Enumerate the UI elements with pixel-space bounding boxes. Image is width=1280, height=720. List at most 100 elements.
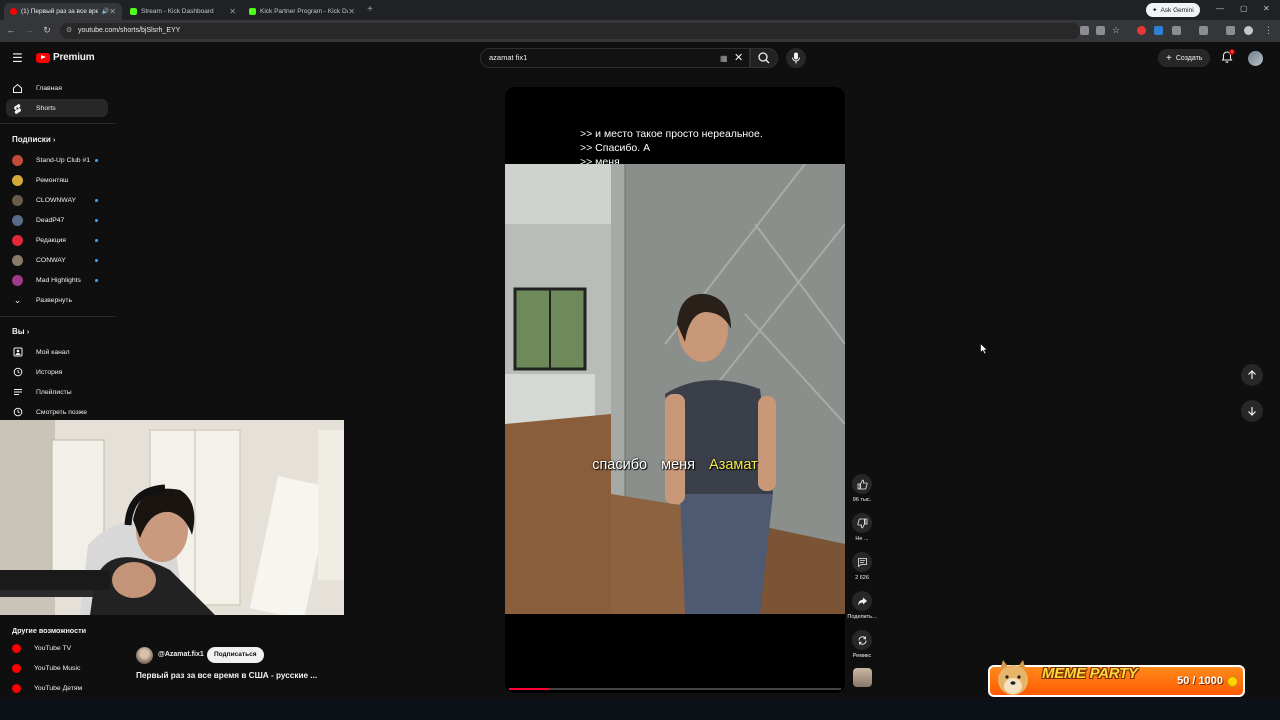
- sidebar-item-my-channel[interactable]: Мой канал: [6, 343, 108, 361]
- back-arrow-icon[interactable]: ←: [5, 25, 17, 35]
- browser-menu-icon[interactable]: ⋮: [1264, 26, 1273, 35]
- sidebar-item-label: YouTube Music: [34, 664, 81, 672]
- close-tab-icon[interactable]: ✕: [109, 7, 116, 16]
- webcam-image: [0, 420, 344, 615]
- forward-arrow-icon[interactable]: →: [23, 25, 35, 35]
- like-count: 96 тыс.: [852, 497, 872, 503]
- sidepanel-icon[interactable]: [1199, 26, 1208, 35]
- sidebar-item-shorts[interactable]: Shorts: [6, 99, 108, 117]
- sidebar: Главная Shorts Подписки › Stand-Up Club …: [0, 74, 115, 720]
- sidebar-item-subscription[interactable]: Редакция: [6, 231, 108, 249]
- sidebar-item-subscription[interactable]: Stand-Up Club #1: [6, 151, 108, 169]
- hamburger-menu-icon[interactable]: ☰: [12, 51, 23, 65]
- sidebar-item-label: Mad Highlights: [36, 276, 81, 284]
- coin-icon: [1227, 676, 1238, 687]
- share-button[interactable]: Поделить...: [847, 591, 877, 620]
- video-progress-bar[interactable]: [509, 688, 841, 690]
- shorts-video-player[interactable]: >> и место такое просто нереальное. >> С…: [505, 87, 845, 693]
- search-input[interactable]: azamat fix1: [480, 48, 750, 68]
- channel-avatar: [12, 254, 23, 266]
- close-window-icon[interactable]: ✕: [1263, 4, 1270, 13]
- extensions-puzzle-icon[interactable]: [1172, 26, 1181, 35]
- new-content-dot: [95, 158, 98, 162]
- caption-line: >> и место такое просто нереальное.: [580, 128, 763, 140]
- translate-icon[interactable]: [1080, 26, 1089, 35]
- new-tab-button[interactable]: +: [364, 4, 376, 15]
- sidebar-item-home[interactable]: Главная: [6, 79, 108, 97]
- sidebar-item-subscription[interactable]: DeadP47: [6, 211, 108, 229]
- you-heading[interactable]: Вы ›: [12, 327, 29, 336]
- comments-button[interactable]: 2 626: [847, 552, 877, 581]
- subtitle-highlight-word: Азамат: [709, 457, 758, 473]
- reload-icon[interactable]: ↻: [41, 25, 53, 36]
- sidebar-item-youtube-tv[interactable]: YouTube TV: [6, 639, 108, 657]
- sidebar-item-playlists[interactable]: Плейлисты: [6, 383, 108, 401]
- browser-tab-kick-dashboard[interactable]: Stream - Kick Dashboard ✕: [124, 3, 242, 20]
- sidebar-item-youtube-music[interactable]: YouTube Music: [6, 659, 108, 677]
- tab-title: Kick Partner Program - Kick Da: [260, 8, 349, 15]
- history-icon: [12, 367, 23, 378]
- channel-icon: [12, 347, 23, 358]
- next-short-button[interactable]: [1241, 400, 1263, 422]
- sidebar-item-label: Shorts: [36, 104, 56, 112]
- taskbar-strip: [0, 698, 1280, 720]
- minimize-window-icon[interactable]: —: [1216, 4, 1224, 13]
- channel-name[interactable]: @Azamat.fix1: [158, 651, 204, 658]
- address-bar[interactable]: ⚙ youtube.com/shorts/bjSlsrh_EYY: [60, 23, 1080, 39]
- maximize-window-icon[interactable]: ▢: [1240, 4, 1248, 13]
- channel-avatar[interactable]: [136, 647, 153, 664]
- video-progress-fill: [509, 688, 549, 690]
- sidebar-item-history[interactable]: История: [6, 363, 108, 381]
- playlist-icon: [12, 387, 23, 398]
- mouse-cursor-icon: [980, 343, 988, 355]
- browser-tab-kick-partner[interactable]: Kick Partner Program - Kick Da ✕: [243, 3, 361, 20]
- sidebar-item-subscription[interactable]: Ремонтяш: [6, 171, 108, 189]
- youtube-play-logo-icon: [36, 52, 50, 63]
- new-content-dot: [95, 278, 98, 282]
- close-tab-icon[interactable]: ✕: [229, 7, 236, 16]
- channel-avatar: [12, 194, 23, 206]
- subscribe-button[interactable]: Подписаться: [207, 647, 264, 663]
- previous-short-button[interactable]: [1241, 364, 1263, 386]
- sidebar-item-youtube-kids[interactable]: YouTube Детям: [6, 679, 108, 697]
- youtube-header: ☰ Premium azamat fix1 ▦ ✕ + Создать 9: [0, 44, 1280, 74]
- profile-icon[interactable]: [1244, 26, 1253, 35]
- logo-text: Premium: [53, 52, 95, 63]
- clear-search-icon[interactable]: ✕: [734, 51, 743, 64]
- sidebar-item-expand[interactable]: ⌄ Развернуть: [6, 291, 108, 309]
- clock-icon: [12, 407, 23, 418]
- extension-blue-icon[interactable]: [1154, 26, 1163, 35]
- sidebar-item-label: Смотреть позже: [36, 408, 88, 416]
- speaker-icon[interactable]: 🔊: [102, 8, 109, 15]
- dislike-button[interactable]: Не ...: [847, 513, 877, 542]
- keyboard-icon[interactable]: ▦: [720, 54, 728, 63]
- bookmark-star-icon[interactable]: ☆: [1112, 26, 1121, 35]
- video-title[interactable]: Первый раз за все время в США - русские …: [136, 671, 317, 680]
- site-info-icon[interactable]: ⚙: [66, 23, 72, 39]
- ask-gemini-button[interactable]: ✦ Ask Gemini: [1146, 3, 1200, 17]
- sidebar-item-subscription[interactable]: CONWAY: [6, 251, 108, 269]
- sound-thumbnail[interactable]: [853, 668, 872, 687]
- like-button[interactable]: 96 тыс.: [847, 474, 877, 503]
- subscriptions-heading[interactable]: Подписки ›: [12, 135, 55, 144]
- create-button[interactable]: + Создать: [1158, 49, 1211, 67]
- youtube-kids-icon: [12, 683, 21, 693]
- voice-search-button[interactable]: [786, 48, 806, 68]
- youtube-music-icon: [12, 663, 21, 673]
- remix-button[interactable]: Ремикс: [847, 630, 877, 659]
- install-app-icon[interactable]: [1096, 26, 1105, 35]
- doge-icon: [998, 660, 1028, 695]
- media-control-icon[interactable]: [1226, 26, 1235, 35]
- sidebar-item-watch-later[interactable]: Смотреть позже: [6, 403, 108, 421]
- account-avatar[interactable]: [1248, 51, 1263, 66]
- sidebar-divider: [0, 316, 115, 317]
- search-button[interactable]: [750, 48, 778, 68]
- sidebar-item-subscription[interactable]: Mad Highlights: [6, 271, 108, 289]
- arrow-down-icon: [1248, 407, 1256, 416]
- kick-favicon-icon: [130, 8, 137, 15]
- sidebar-item-subscription[interactable]: CLOWNWAY: [6, 191, 108, 209]
- close-tab-icon[interactable]: ✕: [348, 7, 355, 16]
- browser-tab-youtube[interactable]: (1) Первый раз за все вре 🔊 ✕: [4, 3, 122, 20]
- extension-red-icon[interactable]: [1137, 26, 1146, 35]
- youtube-premium-logo[interactable]: Premium: [36, 52, 95, 63]
